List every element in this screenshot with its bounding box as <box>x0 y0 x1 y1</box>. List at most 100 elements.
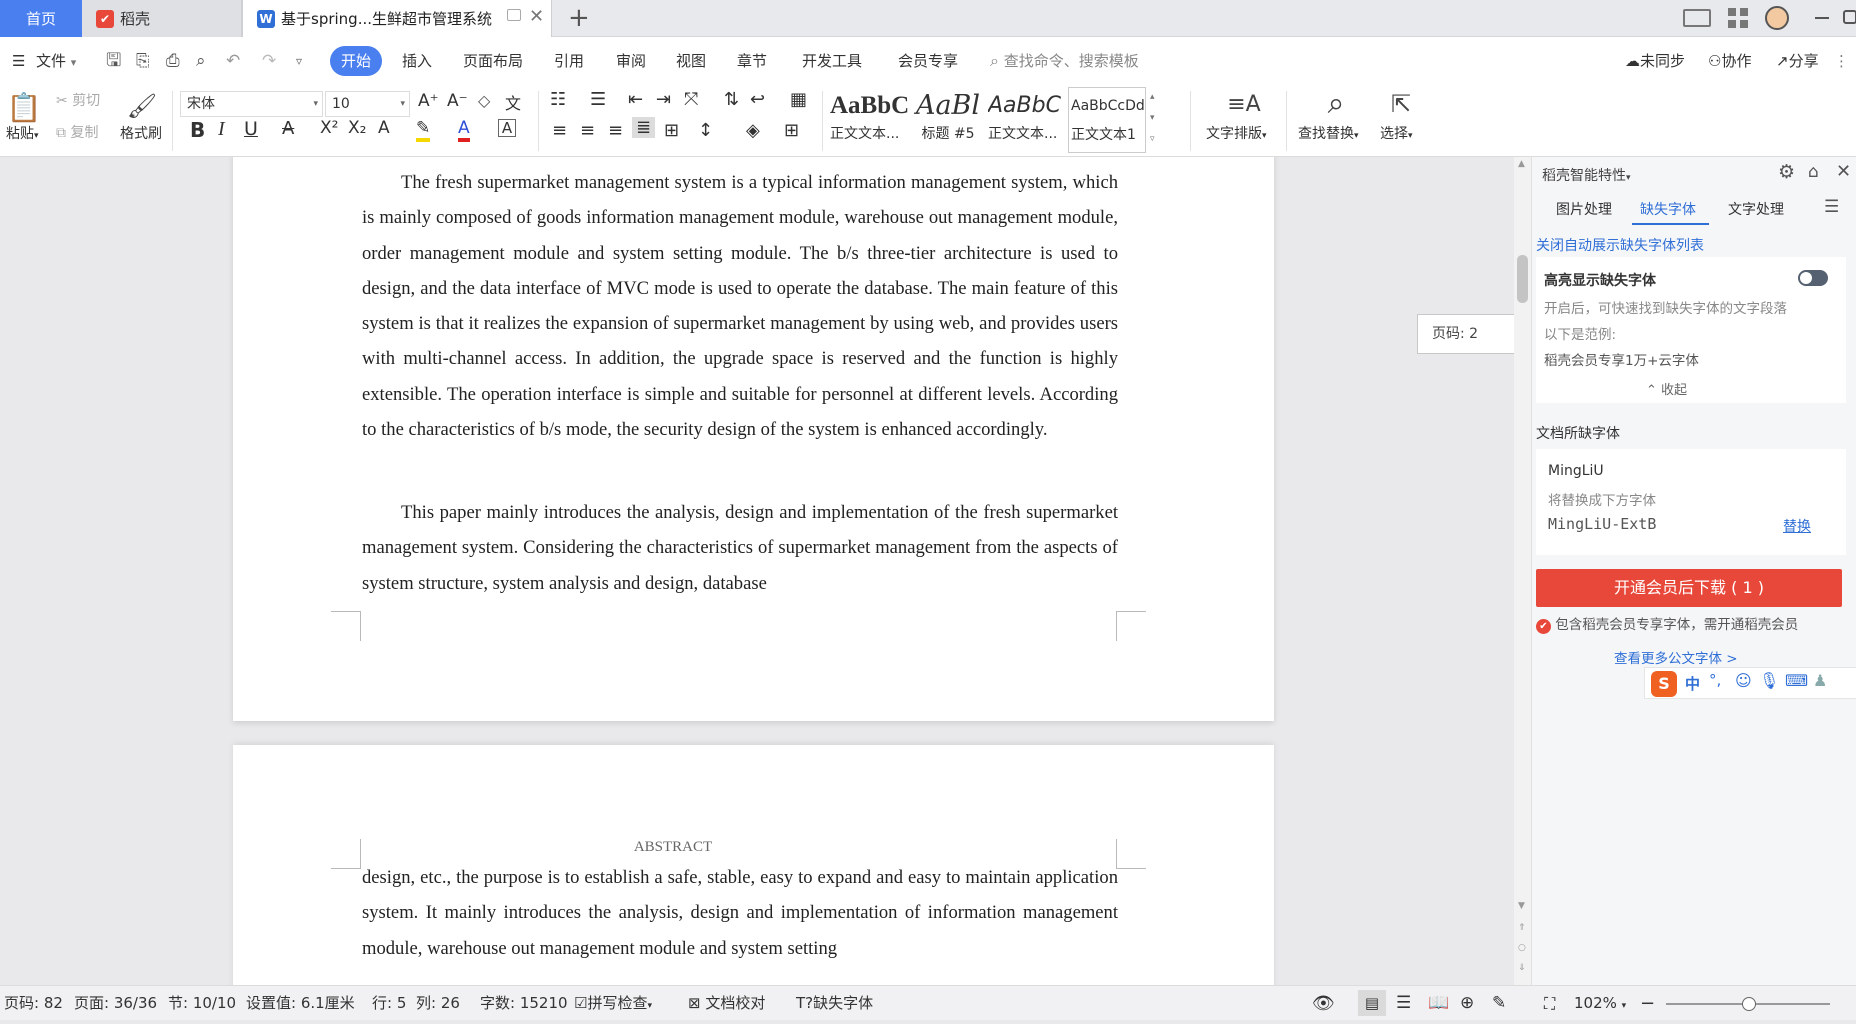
menu-item-start[interactable]: 开始 <box>330 46 382 76</box>
menu-item-references[interactable]: 引用 <box>554 37 584 85</box>
zoom-slider-thumb[interactable] <box>1742 997 1756 1011</box>
collapse-button[interactable]: ⌃ 收起 <box>1646 379 1687 398</box>
paragraph-mark-icon[interactable]: ↩ <box>750 89 765 110</box>
menu-item-view[interactable]: 视图 <box>676 37 706 85</box>
sort-icon[interactable]: ⇅ <box>724 89 739 110</box>
new-tab-icon[interactable]: + <box>568 3 590 33</box>
distribute-icon[interactable]: ⊞ <box>664 120 679 141</box>
tab-pin-icon[interactable] <box>507 9 521 21</box>
paste-button[interactable]: 粘贴▾ <box>6 123 39 143</box>
format-painter-button[interactable]: 格式刷 <box>120 123 162 143</box>
panel-tab-missing-fonts[interactable]: 缺失字体 <box>1640 199 1696 219</box>
numbered-list-icon[interactable]: ☰ <box>590 89 606 110</box>
grow-font-icon[interactable]: A⁺ <box>418 91 439 111</box>
web-view-icon[interactable]: ⊕ <box>1460 986 1474 1021</box>
cursor-select-icon[interactable]: ⇱ <box>1386 87 1416 121</box>
select-button[interactable]: 选择▾ <box>1380 123 1413 143</box>
align-left-icon[interactable]: ≡ <box>552 120 567 141</box>
bold-icon[interactable]: B <box>190 118 205 142</box>
panel-tab-text[interactable]: 文字处理 <box>1728 199 1784 219</box>
vertical-scrollbar[interactable]: ▲ ▼ ⇑ ○ ⇓ <box>1514 157 1531 985</box>
cut-button[interactable]: ✂ 剪切 <box>56 90 100 110</box>
status-setting[interactable]: 设置值: 6.1厘米 <box>246 986 355 1021</box>
align-right-icon[interactable]: ≡ <box>608 120 623 141</box>
align-justify-icon[interactable]: ≣ <box>632 117 656 138</box>
status-section[interactable]: 节: 10/10 <box>168 986 236 1021</box>
download-button[interactable]: 开通会员后下载 ( 1 ) <box>1536 569 1842 607</box>
style-item-heading5[interactable]: AaBl 标题 #5 <box>910 87 986 153</box>
char-border-icon[interactable]: A <box>498 119 516 137</box>
more-fonts-link[interactable]: 查看更多公文字体 > <box>1614 647 1738 667</box>
font-size-select[interactable]: 10 ▾ <box>325 91 410 117</box>
write-mode-icon[interactable]: ✎ <box>1492 986 1506 1021</box>
shrink-font-icon[interactable]: A⁻ <box>447 91 468 111</box>
status-page-count[interactable]: 页面: 36/36 <box>74 986 157 1021</box>
underline-icon[interactable]: U <box>244 118 258 140</box>
subscript-icon[interactable]: X₂ <box>348 118 366 138</box>
hamburger-icon[interactable]: ☰ <box>12 37 25 85</box>
shading-icon[interactable]: ◈ <box>746 120 760 141</box>
find-icon[interactable]: ⌕ <box>1318 85 1354 121</box>
copy-button[interactable]: ⧉ 复制 <box>56 122 98 142</box>
page-view-icon[interactable]: ▤ <box>1358 990 1386 1016</box>
avatar[interactable] <box>1765 6 1789 30</box>
select-browse-icon[interactable]: ○ <box>1518 943 1526 953</box>
zoom-out-icon[interactable]: − <box>1640 986 1655 1021</box>
scroll-bottom-icon[interactable]: ▼ <box>1518 901 1525 911</box>
tab-document[interactable]: W 基于spring...生鲜超市管理系统 ✕ <box>242 0 552 37</box>
menu-item-member[interactable]: 会员专享 <box>898 37 958 85</box>
panel-menu-icon[interactable]: ☰ <box>1824 197 1839 217</box>
menu-item-insert[interactable]: 插入 <box>402 37 432 85</box>
skin-icon[interactable]: ♟ <box>1813 671 1827 690</box>
style-item-body1[interactable]: AaBbCcDd 正文文本1 <box>1068 87 1146 153</box>
line-spacing-icon[interactable]: ↕ <box>698 120 713 141</box>
undo-icon[interactable]: ↶ <box>226 37 240 85</box>
mic-icon[interactable]: 🎙 <box>1759 671 1779 690</box>
font-color-icon[interactable]: A <box>458 118 470 142</box>
table-borders-icon[interactable]: ▦ <box>790 89 807 110</box>
collab-button[interactable]: ⚇协作 <box>1708 37 1751 85</box>
style-item-body2[interactable]: AaBbC 正文文本... <box>988 87 1066 153</box>
print-icon[interactable]: ⎙ <box>166 37 180 85</box>
search-command[interactable]: ⌕ 查找命令、搜索模板 <box>990 37 1139 85</box>
layout-icon[interactable] <box>1683 9 1711 27</box>
format-painter-icon[interactable]: 🖌 <box>126 89 158 123</box>
paste-icon[interactable]: 📋 <box>7 89 42 125</box>
spell-check-button[interactable]: ☑拼写检查▾ <box>574 986 652 1021</box>
borders-icon[interactable]: ⊞ <box>784 120 799 141</box>
restore-icon[interactable] <box>1843 10 1856 24</box>
style-item-body[interactable]: AaBbC 正文文本... <box>830 87 908 153</box>
more-icon[interactable]: ⋮ <box>1834 37 1849 85</box>
redo-icon[interactable]: ↷ <box>262 37 276 85</box>
zoom-slider[interactable] <box>1666 997 1830 1011</box>
italic-icon[interactable]: I <box>218 118 225 141</box>
tab-close-icon[interactable]: ✕ <box>529 6 544 27</box>
sync-button[interactable]: ☁未同步 <box>1625 37 1685 85</box>
reading-view-icon[interactable]: 📖 <box>1428 986 1449 1021</box>
find-replace-button[interactable]: 查找替换▾ <box>1298 123 1359 143</box>
highlight-icon[interactable]: ✎ <box>416 118 431 142</box>
text-layout-button[interactable]: 文字排版▾ <box>1206 123 1267 143</box>
text-direction-icon[interactable]: ⤧ <box>684 89 698 110</box>
bullet-list-icon[interactable]: ☷ <box>550 89 566 110</box>
superscript-icon[interactable]: X² <box>320 118 338 138</box>
increase-indent-icon[interactable]: ⇥ <box>656 89 671 110</box>
fit-page-icon[interactable]: ⛶ <box>1544 986 1555 1021</box>
export-icon[interactable]: ⎘ <box>136 37 150 85</box>
strikethrough-icon[interactable]: A <box>282 118 294 139</box>
panel-tab-image[interactable]: 图片处理 <box>1556 199 1612 219</box>
missing-font-status[interactable]: T?缺失字体 <box>796 986 873 1021</box>
menu-item-chapter[interactable]: 章节 <box>737 37 767 85</box>
font-name-select[interactable]: 宋体 ▾ <box>180 91 323 117</box>
paragraph-2[interactable]: This paper mainly introduces the analysi… <box>362 495 1118 601</box>
tab-daoke[interactable]: ✔ 稻壳 <box>82 0 242 37</box>
keyboard-icon[interactable]: ⌨ <box>1785 671 1808 690</box>
settings-icon[interactable]: ⚙ <box>1778 161 1795 183</box>
text-layout-icon[interactable]: ≡A <box>1226 87 1262 121</box>
status-row[interactable]: 行: 5 <box>372 986 406 1021</box>
next-page-icon[interactable]: ⇓ <box>1518 963 1526 973</box>
menu-item-devtools[interactable]: 开发工具 <box>802 37 862 85</box>
pin-icon[interactable]: ⌂ <box>1808 162 1819 182</box>
sogou-logo-icon[interactable]: S <box>1651 671 1677 697</box>
prev-page-icon[interactable]: ⇑ <box>1518 923 1526 933</box>
